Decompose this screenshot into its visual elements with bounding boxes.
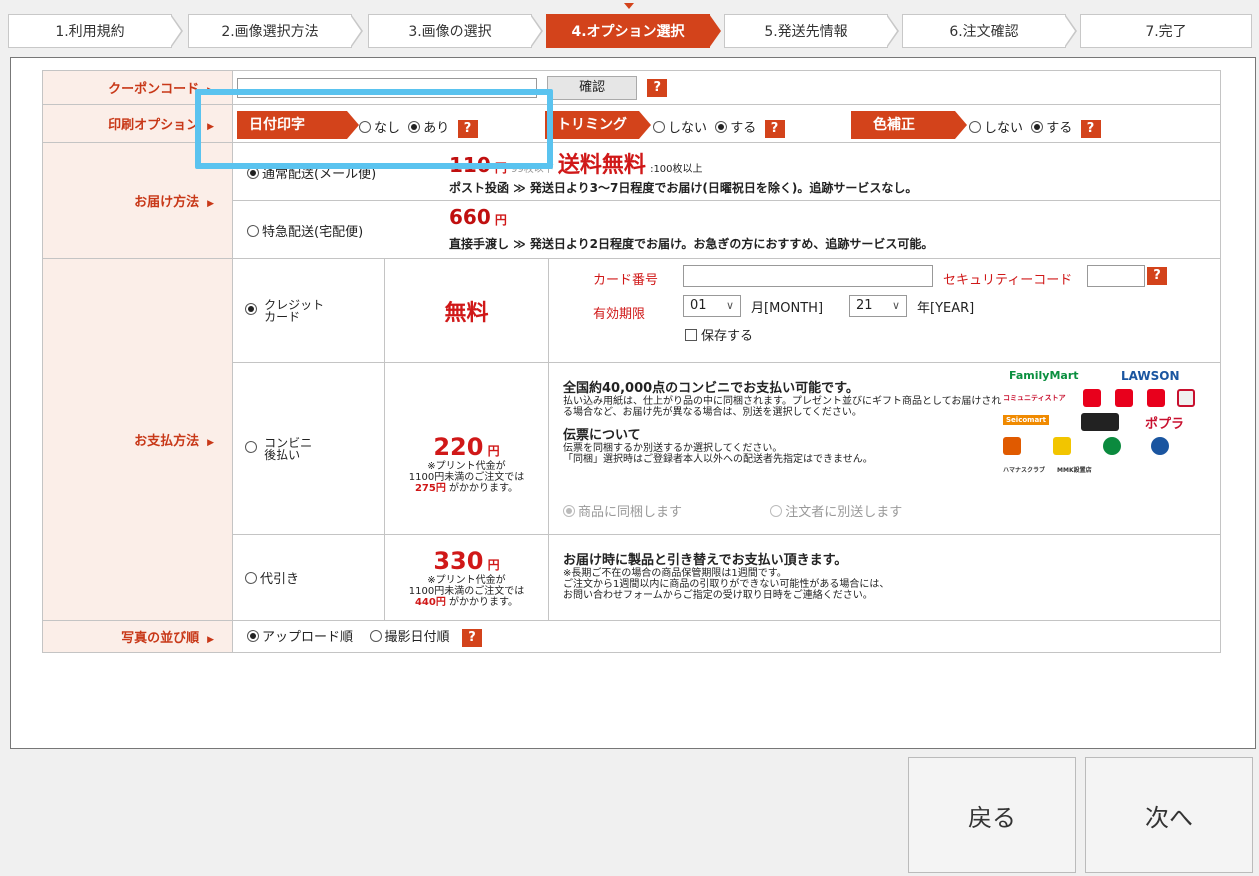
step-image-select: 3.画像の選択 xyxy=(368,14,543,48)
community-store-logo: コミュニティストア xyxy=(1003,394,1066,402)
sort-help-icon[interactable]: ? xyxy=(461,628,482,647)
print-options-label: 印刷オプション ▶ xyxy=(42,104,233,143)
convenience-store-logos: FamilyMart LAWSON コミュニティストア Seicomart ポプ… xyxy=(1003,369,1195,489)
card-number-input[interactable] xyxy=(683,265,933,287)
color-correction-yes-radio[interactable] xyxy=(1031,121,1044,133)
delivery-label: お届け方法 ▶ xyxy=(42,142,233,259)
current-step-marker-icon xyxy=(624,3,634,9)
mail-description: ポスト投函 ≫ 発送日より3～7日程度でお届け(日曜祝日を除く)。追跡サービスな… xyxy=(449,181,918,195)
print-options-row: 日付印字 なし あり ? トリミング しない する ? 色補正 しない する ? xyxy=(232,104,1221,143)
store-logo-icon xyxy=(1115,389,1133,407)
express-description: 直接手渡し ≫ 発送日より2日程度でお届け。お急ぎの方におすすめ、追跡サービス可… xyxy=(449,237,934,251)
trimming-tag: トリミング xyxy=(545,111,651,139)
coupon-confirm-button[interactable]: 確認 xyxy=(547,75,638,100)
card-fee: 無料 xyxy=(444,300,489,326)
familymart-logo: FamilyMart xyxy=(1009,369,1079,382)
save-card-checkbox[interactable] xyxy=(685,329,697,341)
poplar-logo: ポプラ xyxy=(1145,417,1185,432)
trimming-no-radio[interactable] xyxy=(653,121,665,133)
payment-cod-radio[interactable] xyxy=(245,572,257,584)
sort-options: アップロード順 撮影日付順 ? xyxy=(232,620,1221,653)
expiry-month-select[interactable]: 01 ∨ xyxy=(683,295,741,317)
payment-convenience-radio[interactable] xyxy=(245,441,257,453)
color-correction-no-radio[interactable] xyxy=(969,121,981,133)
seicomart-logo: Seicomart xyxy=(1003,415,1049,425)
payment-cod-option: 代引き xyxy=(232,534,385,621)
date-print-yes-radio[interactable] xyxy=(408,121,421,133)
lawson-logo: LAWSON xyxy=(1121,369,1180,383)
delivery-express-radio[interactable] xyxy=(247,225,259,237)
step-confirm: 6.注文確認 xyxy=(902,14,1077,48)
payment-card-radio[interactable] xyxy=(245,303,257,315)
convenience-fee: 220 xyxy=(433,433,484,461)
sort-upload-radio[interactable] xyxy=(247,630,259,643)
options-panel: クーポンコード ▶ 確認 ? 印刷オプション ▶ 日付印字 なし あり ? トリミン… xyxy=(10,57,1256,749)
date-print-no-radio[interactable] xyxy=(359,121,371,133)
hamanasu-club-logo: ハマナスクラブ xyxy=(1003,467,1046,474)
mmk-logo: MMK設置店 xyxy=(1057,467,1092,474)
options-form: クーポンコード ▶ 確認 ? 印刷オプション ▶ 日付印字 なし あり ? トリミン… xyxy=(42,70,1221,653)
delivery-mail-row: 通常配送(メール便) 110 円 99枚以下 送料無料 :100枚以上 ポスト投… xyxy=(232,142,1221,201)
free-shipping-text: 送料無料 xyxy=(557,153,646,178)
express-price: 660 xyxy=(449,205,491,229)
store-logo-icon xyxy=(1081,413,1119,431)
cod-details: お届け時に製品と引き替えでお支払い頂きます。 ※長期ご不在の場合の商品保管期限は… xyxy=(548,534,1221,621)
date-print-choices: なし あり ? xyxy=(359,117,478,138)
color-correction-choices: しない する ? xyxy=(969,117,1101,138)
step-image-method: 2.画像選択方法 xyxy=(188,14,363,48)
date-print-help-icon[interactable]: ? xyxy=(457,119,478,138)
coupon-label: クーポンコード ▶ xyxy=(42,70,233,105)
payment-label: お支払方法 ▶ xyxy=(42,258,233,621)
convenience-details: 全国約40,000点のコンビニでお支払い可能です。 払い込み用紙は、仕上がり品の… xyxy=(548,362,1221,535)
delivery-express-row: 特急配送(宅配便) 660 円 直接手渡し ≫ 発送日より2日程度でお届け。お急… xyxy=(232,200,1221,259)
expiry-year-select[interactable]: 21 ∨ xyxy=(849,295,907,317)
step-progress-bar: 1.利用規約 2.画像選択方法 3.画像の選択 4.オプション選択 5.発送先情… xyxy=(8,14,1252,48)
back-button[interactable]: 戻る xyxy=(908,757,1076,873)
step-options: 4.オプション選択 xyxy=(546,14,721,48)
payment-convenience-option: コンビニ 後払い xyxy=(232,362,385,535)
step-shipping-info: 5.発送先情報 xyxy=(724,14,899,48)
step-complete: 7.完了 xyxy=(1080,14,1252,48)
sort-shot-date-radio[interactable] xyxy=(369,630,382,643)
card-details: カード番号 セキュリティーコード ? 有効期限 01 ∨ 月[MONTH] 21 ∨… xyxy=(548,258,1221,363)
payment-card-option: クレジット カード xyxy=(232,258,385,363)
date-print-tag: 日付印字 xyxy=(237,111,359,139)
yamazaki-logo-icon xyxy=(1177,389,1195,407)
trimming-choices: しない する ? xyxy=(653,117,785,138)
slip-with-product-radio[interactable] xyxy=(563,505,575,517)
mail-price: 110 xyxy=(449,153,491,177)
step-terms: 1.利用規約 xyxy=(8,14,183,48)
security-code-input[interactable] xyxy=(1087,265,1145,287)
delivery-mail-radio[interactable] xyxy=(247,167,259,179)
coupon-code-input[interactable] xyxy=(237,77,537,98)
security-code-help-icon[interactable]: ? xyxy=(1147,267,1167,285)
store-logo-icon xyxy=(1003,437,1021,455)
cod-fee: 330 xyxy=(433,547,484,575)
color-correction-help-icon[interactable]: ? xyxy=(1080,119,1101,138)
trimming-help-icon[interactable]: ? xyxy=(764,119,785,138)
coupon-help-icon[interactable]: ? xyxy=(647,78,668,97)
trimming-yes-radio[interactable] xyxy=(715,121,728,133)
store-logo-icon xyxy=(1147,389,1165,407)
store-logo-icon xyxy=(1151,437,1169,455)
color-correction-tag: 色補正 xyxy=(851,111,967,139)
store-logo-icon xyxy=(1083,389,1101,407)
slip-separate-radio[interactable] xyxy=(770,505,783,517)
next-button[interactable]: 次へ xyxy=(1085,757,1253,873)
seven-eleven-logo-icon xyxy=(1103,437,1121,455)
store-logo-icon xyxy=(1053,437,1071,455)
sort-label: 写真の並び順 ▶ xyxy=(42,620,233,653)
